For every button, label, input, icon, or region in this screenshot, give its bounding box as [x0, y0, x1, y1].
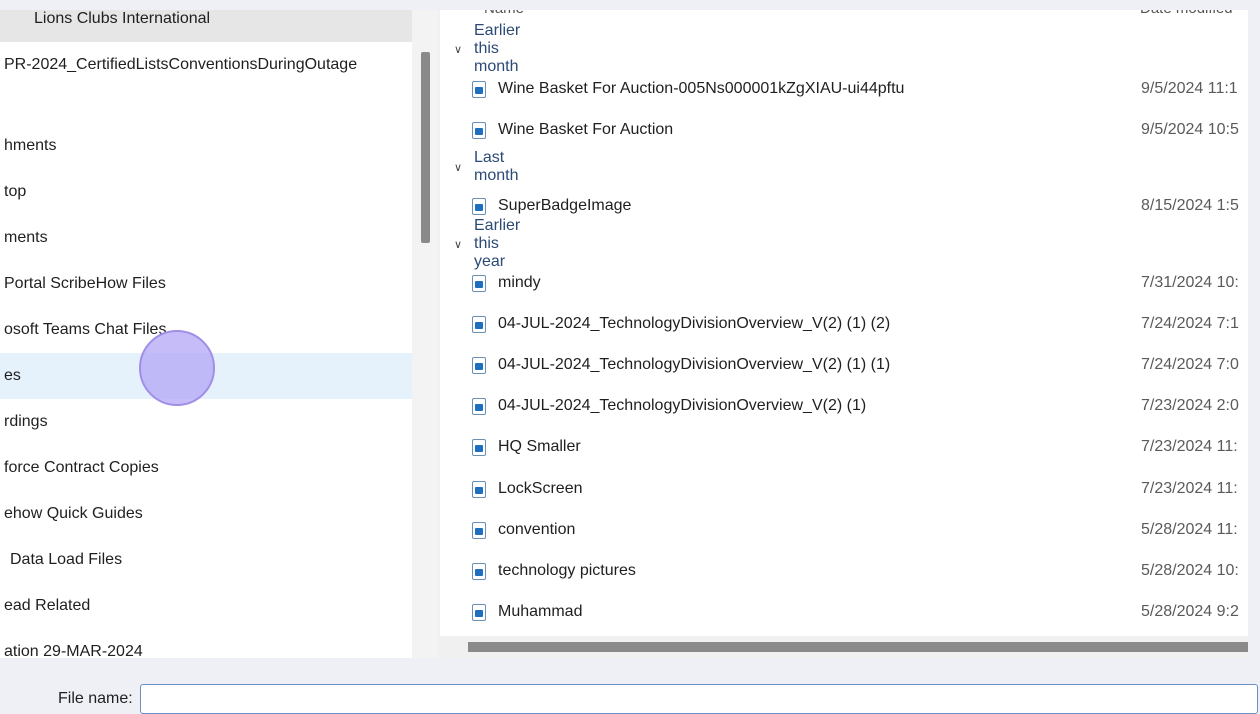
image-file-icon	[472, 397, 486, 415]
file-row[interactable]: 04-JUL-2024_TechnologyDivisionOverview_V…	[440, 345, 1248, 385]
file-name: Wine Basket For Auction	[498, 121, 674, 138]
file-row[interactable]: 04-JUL-2024_TechnologyDivisionOverview_V…	[440, 386, 1248, 426]
nav-item-label: ehow Quick Guides	[4, 505, 143, 522]
file-name: 04-JUL-2024_TechnologyDivisionOverview_V…	[498, 356, 891, 373]
nav-item-attachments[interactable]: hments	[0, 123, 412, 169]
nav-item-label: Lions Clubs International	[34, 10, 211, 27]
file-name: 04-JUL-2024_TechnologyDivisionOverview_V…	[498, 315, 891, 332]
file-row[interactable]: Wine Basket For Auction-005Ns000001kZgXI…	[440, 69, 1248, 109]
file-row[interactable]: SuperBadgeImage 8/15/2024 1:5	[440, 186, 1248, 226]
file-row[interactable]: 04-JUL-2024_TechnologyDivisionOverview_V…	[440, 304, 1248, 344]
nav-item-label: Portal ScribeHow Files	[4, 275, 166, 292]
file-name-input[interactable]	[140, 684, 1258, 714]
nav-item-label: ead Related	[4, 597, 91, 614]
image-file-icon	[472, 274, 486, 292]
file-date: 7/23/2024 11:	[1141, 480, 1238, 497]
horizontal-scrollbar-thumb[interactable]	[468, 642, 1248, 652]
nav-item-label: hments	[4, 137, 57, 154]
nav-item-label: ments	[4, 229, 48, 246]
file-name: LockScreen	[498, 480, 583, 497]
nav-item-label: force Contract Copies	[4, 459, 159, 476]
group-label: Earlier this month	[474, 22, 521, 75]
nav-item-lions-clubs[interactable]: Lions Clubs International	[0, 10, 412, 42]
image-file-icon	[472, 315, 486, 333]
nav-item-salesforce-contract-copies[interactable]: force Contract Copies	[0, 445, 412, 491]
file-row[interactable]: Muhammad 5/28/2024 9:2	[440, 592, 1248, 632]
file-name: HQ Smaller	[498, 438, 581, 455]
chevron-down-icon: ∨	[454, 238, 463, 251]
nav-item-label: es	[4, 367, 21, 384]
image-file-icon	[472, 121, 486, 139]
file-date: 5/28/2024 10:	[1141, 562, 1239, 579]
nav-item-documents[interactable]: ments	[0, 215, 412, 261]
file-row[interactable]: HQ Smaller 7/23/2024 11:	[440, 427, 1248, 467]
file-date: 7/24/2024 7:1	[1141, 315, 1239, 332]
file-date: 5/28/2024 9:2	[1141, 603, 1239, 620]
file-date: 7/23/2024 2:0	[1141, 397, 1239, 414]
group-label: Last month	[474, 149, 519, 184]
file-row[interactable]: LockScreen 7/23/2024 11:	[440, 469, 1248, 509]
file-date: 8/15/2024 1:5	[1141, 197, 1239, 214]
file-name: convention	[498, 521, 576, 538]
nav-item-portal-scribehow-files[interactable]: Portal ScribeHow Files	[0, 261, 412, 307]
chevron-down-icon: ∨	[454, 161, 463, 174]
image-file-icon	[472, 562, 486, 580]
nav-item-lead-related[interactable]: ead Related	[0, 583, 412, 629]
file-row[interactable]: convention 5/28/2024 11:	[440, 510, 1248, 550]
file-name: technology pictures	[498, 562, 636, 579]
image-file-icon	[472, 603, 486, 621]
navigation-pane[interactable]: Lions Clubs International PR-2024_Certif…	[0, 10, 412, 658]
file-name: Muhammad	[498, 603, 583, 620]
image-file-icon	[472, 80, 486, 98]
column-header-name[interactable]: Name	[484, 10, 524, 20]
file-name-label: File name:	[58, 690, 133, 707]
image-file-icon	[472, 197, 486, 215]
file-date: 7/31/2024 10:	[1141, 274, 1239, 291]
nav-item-recordings[interactable]: rdings	[0, 399, 412, 445]
file-name: SuperBadgeImage	[498, 197, 632, 214]
chevron-down-icon: ∨	[454, 43, 463, 56]
image-file-icon	[472, 480, 486, 498]
image-file-icon	[472, 356, 486, 374]
file-row[interactable]: Wine Basket For Auction 9/5/2024 10:5	[440, 110, 1248, 150]
nav-item-scribehow-quick-guides[interactable]: ehow Quick Guides	[0, 491, 412, 537]
file-name: 04-JUL-2024_TechnologyDivisionOverview_V…	[498, 397, 867, 414]
file-date: 7/24/2024 7:0	[1141, 356, 1239, 373]
image-file-icon	[472, 521, 486, 539]
file-date: 9/5/2024 10:5	[1141, 121, 1239, 138]
nav-item-desktop[interactable]: top	[0, 169, 412, 215]
file-date: 9/5/2024 11:1	[1141, 80, 1238, 97]
nav-item-label: top	[4, 183, 27, 200]
nav-scrollbar-thumb[interactable]	[421, 52, 430, 243]
nav-item-29-mar-2024[interactable]: ation 29-MAR-2024	[0, 629, 412, 658]
image-file-icon	[472, 438, 486, 456]
file-date: 5/28/2024 11:	[1141, 521, 1238, 538]
file-name: mindy	[498, 274, 541, 291]
nav-item-certified-lists[interactable]: PR-2024_CertifiedListsConventionsDuringO…	[0, 42, 412, 88]
nav-item-label: PR-2024_CertifiedListsConventionsDuringO…	[4, 56, 358, 73]
nav-item-data-load-files[interactable]: Data Load Files	[0, 537, 412, 583]
column-header-date-modified[interactable]: Date modified	[1140, 10, 1233, 20]
nav-item-label: Data Load Files	[10, 551, 123, 568]
file-row[interactable]: mindy 7/31/2024 10:	[440, 263, 1248, 303]
nav-item-label: rdings	[4, 413, 48, 430]
file-row[interactable]: technology pictures 5/28/2024 10:	[440, 551, 1248, 591]
nav-item-label: osoft Teams Chat Files	[4, 321, 167, 338]
file-name: Wine Basket For Auction-005Ns000001kZgXI…	[498, 80, 905, 97]
nav-item-label: ation 29-MAR-2024	[4, 643, 143, 658]
file-date: 7/23/2024 11:	[1141, 438, 1238, 455]
click-highlight-indicator	[139, 330, 215, 406]
file-list-pane[interactable]: Name Date modified ∨ Earlier this month …	[440, 10, 1248, 658]
